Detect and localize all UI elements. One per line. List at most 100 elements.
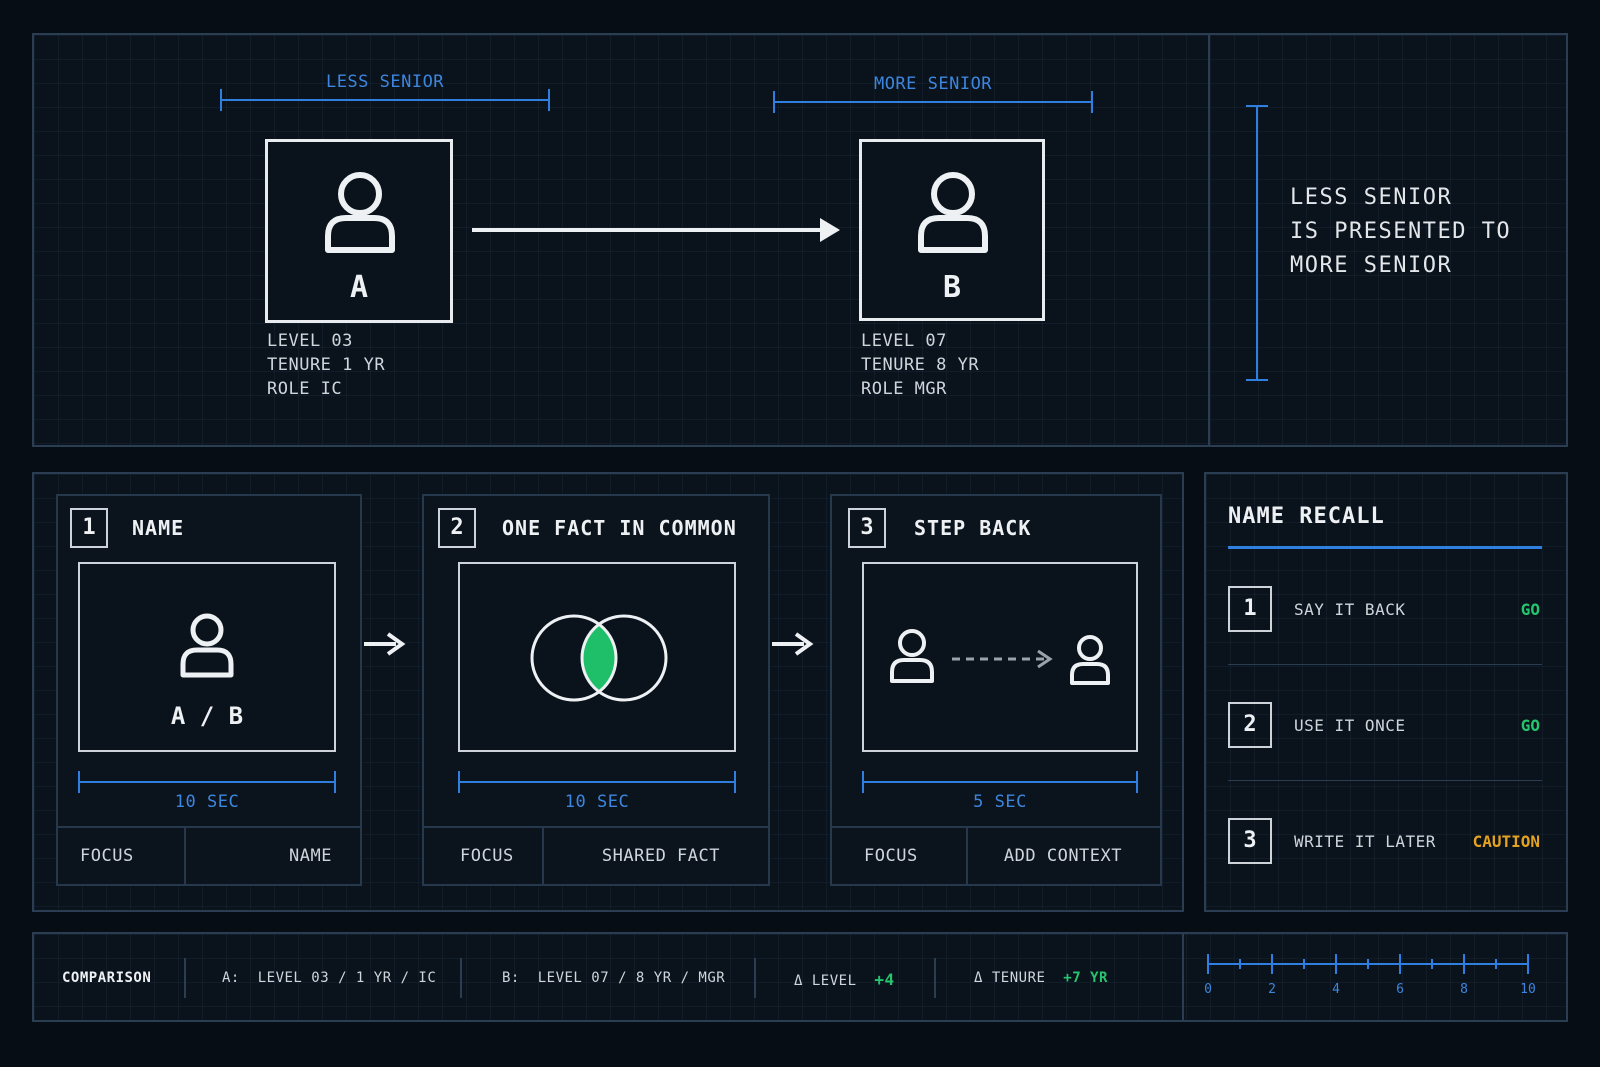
step-card-fact: 2 ONE FACT IN COMMON 10 SEC FOCUS SHARED… xyxy=(422,494,770,886)
footer-divider xyxy=(966,828,968,884)
rule-line-1: LESS SENIOR xyxy=(1290,185,1453,210)
step-footer: FOCUS SHARED FACT xyxy=(424,826,768,884)
recall-separator xyxy=(1228,664,1542,665)
step-illustration xyxy=(862,562,1138,752)
recall-title-underline xyxy=(1228,546,1542,549)
scale-tick-label: 6 xyxy=(1396,982,1404,997)
name-recall-panel: NAME RECALL 1 SAY IT BACK GO 2 USE IT ON… xyxy=(1204,472,1568,912)
recall-item-label: USE IT ONCE xyxy=(1294,716,1406,735)
scale-tick-label: 8 xyxy=(1460,982,1468,997)
focus-label: FOCUS xyxy=(460,846,514,866)
step-title: STEP BACK xyxy=(914,516,1032,540)
person-a-role: ROLE IC xyxy=(267,379,343,399)
person-b-meta: LEVEL 07 TENURE 8 YR ROLE MGR xyxy=(861,329,979,401)
recall-separator xyxy=(1228,780,1542,781)
step-card-step-back: 3 STEP BACK 5 SEC FOCUS ADD CONTEXT xyxy=(830,494,1162,886)
step-number: 2 xyxy=(438,508,476,548)
bar-divider xyxy=(184,958,186,998)
focus-value: SHARED FACT xyxy=(601,846,720,866)
rule-line-3: MORE SENIOR xyxy=(1290,253,1453,278)
step-footer: FOCUS ADD CONTEXT xyxy=(832,826,1160,884)
more-senior-bracket xyxy=(773,91,1093,113)
a-b-label: A / B xyxy=(170,702,244,730)
focus-label: FOCUS xyxy=(864,846,918,866)
person-icon xyxy=(1070,635,1110,685)
presented-to-arrow xyxy=(472,218,840,242)
focus-value: NAME xyxy=(289,846,332,866)
person-a-summary: A: LEVEL 03 / 1 YR / IC xyxy=(222,970,436,986)
person-icon xyxy=(890,629,934,683)
rule-bracket-cap-top xyxy=(1246,105,1268,107)
b-prefix: B: xyxy=(502,970,520,986)
comparison-bar: COMPARISON A: LEVEL 03 / 1 YR / IC B: LE… xyxy=(32,932,1568,1022)
person-a-tenure: TENURE 1 YR xyxy=(267,355,386,375)
next-step-arrow xyxy=(772,624,816,668)
step-title: NAME xyxy=(132,516,185,540)
person-b-role: ROLE MGR xyxy=(861,379,947,399)
steps-panel: 1 NAME A / B 10 SEC FOCUS NAME 2 ONE FAC… xyxy=(32,472,1184,912)
recall-step-number: 2 xyxy=(1228,702,1272,748)
focus-label: FOCUS xyxy=(80,846,134,866)
bar-divider xyxy=(754,958,756,998)
duration-label: 10 SEC xyxy=(174,792,240,812)
person-a-letter: A xyxy=(349,270,369,305)
bar-section-divider xyxy=(1182,934,1184,1020)
step-illustration xyxy=(458,562,736,752)
panel-divider xyxy=(1208,35,1210,445)
recall-title: NAME RECALL xyxy=(1228,504,1385,529)
tenure-delta: Δ TENURE +7 YR xyxy=(974,970,1108,986)
recall-step-number: 1 xyxy=(1228,586,1272,632)
venn-diagram-icon xyxy=(530,614,668,702)
comparison-label: COMPARISON xyxy=(62,970,152,986)
step-number: 3 xyxy=(848,508,886,548)
duration-bracket xyxy=(862,771,1138,793)
scale-tick-label: 10 xyxy=(1520,982,1536,997)
recall-step-number: 3 xyxy=(1228,818,1272,864)
level-delta-value: +4 xyxy=(874,970,895,989)
bar-divider xyxy=(460,958,462,998)
person-b-level: LEVEL 07 xyxy=(861,331,947,351)
a-value: LEVEL 03 / 1 YR / IC xyxy=(257,970,437,986)
status-go: GO xyxy=(1520,600,1540,619)
presentation-rule: LESS SENIOR IS PRESENTED TO MORE SENIOR xyxy=(1290,181,1511,283)
scale-ruler: 0 2 4 6 8 10 xyxy=(1204,946,1544,1010)
ruler-line xyxy=(1207,954,1529,974)
recall-item-label: WRITE IT LATER xyxy=(1294,832,1436,851)
rule-bracket-cap-bottom xyxy=(1246,379,1268,381)
more-senior-label: MORE SENIOR xyxy=(873,74,993,94)
duration-label: 10 SEC xyxy=(564,792,630,812)
recall-item-label: SAY IT BACK xyxy=(1294,600,1406,619)
person-b-card: B xyxy=(859,139,1045,321)
person-icon xyxy=(180,613,234,678)
bar-divider xyxy=(934,958,936,998)
step-illustration: A / B xyxy=(78,562,336,752)
step-title: ONE FACT IN COMMON xyxy=(502,516,737,540)
person-b-tenure: TENURE 8 YR xyxy=(861,355,980,375)
b-value: LEVEL 07 / 8 YR / MGR xyxy=(537,970,726,986)
tenure-delta-value: +7 YR xyxy=(1063,970,1108,986)
step-number: 1 xyxy=(70,508,108,548)
focus-value: ADD CONTEXT xyxy=(1003,846,1122,866)
level-delta: Δ LEVEL +4 xyxy=(794,970,895,989)
person-a-level: LEVEL 03 xyxy=(267,331,353,351)
less-senior-label: LESS SENIOR xyxy=(325,72,445,92)
step-footer: FOCUS NAME xyxy=(58,826,360,884)
person-a-card: A xyxy=(265,139,453,323)
status-caution: CAUTION xyxy=(1472,832,1540,851)
rule-bracket xyxy=(1256,105,1258,381)
duration-label: 5 SEC xyxy=(973,792,1027,812)
rule-line-2: IS PRESENTED TO xyxy=(1290,219,1512,244)
next-step-arrow xyxy=(364,624,408,668)
scale-tick-label: 2 xyxy=(1268,982,1276,997)
scale-tick-label: 0 xyxy=(1204,982,1212,997)
seniority-panel: LESS SENIOR MORE SENIOR A LEVEL 03 TENUR… xyxy=(32,33,1568,447)
duration-bracket xyxy=(458,771,736,793)
status-go: GO xyxy=(1520,716,1540,735)
footer-divider xyxy=(184,828,186,884)
person-a-meta: LEVEL 03 TENURE 1 YR ROLE IC xyxy=(267,329,385,401)
person-b-summary: B: LEVEL 07 / 8 YR / MGR xyxy=(502,970,725,986)
dashed-arrow-icon xyxy=(952,649,1053,669)
scale-tick-label: 4 xyxy=(1332,982,1340,997)
tenure-delta-label: Δ TENURE xyxy=(974,970,1046,986)
level-delta-label: Δ LEVEL xyxy=(794,973,857,989)
